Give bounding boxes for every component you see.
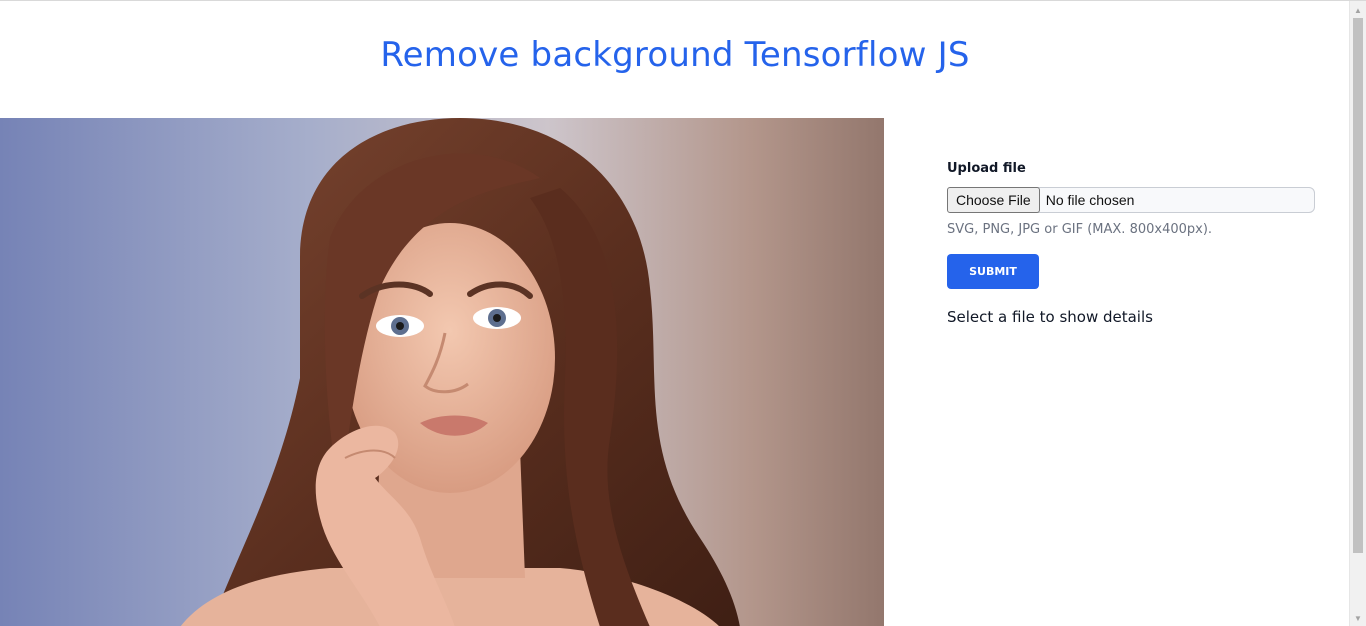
file-details-text: Select a file to show details xyxy=(947,308,1153,326)
upload-file-label: Upload file xyxy=(947,161,1026,176)
portrait-image xyxy=(0,118,884,626)
file-input[interactable]: Choose File No file chosen xyxy=(947,187,1315,213)
scrollbar-thumb[interactable] xyxy=(1353,18,1363,553)
scroll-down-arrow-icon[interactable]: ▼ xyxy=(1350,611,1366,625)
upload-panel: Upload file Choose File No file chosen S… xyxy=(947,161,1317,326)
portrait-illustration xyxy=(0,118,884,626)
page-title: Remove background Tensorflow JS xyxy=(380,35,970,75)
submit-button[interactable]: SUBMIT xyxy=(947,254,1039,289)
file-hint: SVG, PNG, JPG or GIF (MAX. 800x400px). xyxy=(947,222,1213,237)
scroll-up-arrow-icon[interactable]: ▲ xyxy=(1350,3,1366,17)
file-status-text: No file chosen xyxy=(1045,192,1135,208)
page: Remove background Tensorflow JS Upload f… xyxy=(0,0,1366,626)
vertical-scrollbar[interactable]: ▲ ▼ xyxy=(1349,1,1366,626)
choose-file-button[interactable]: Choose File xyxy=(947,187,1040,213)
